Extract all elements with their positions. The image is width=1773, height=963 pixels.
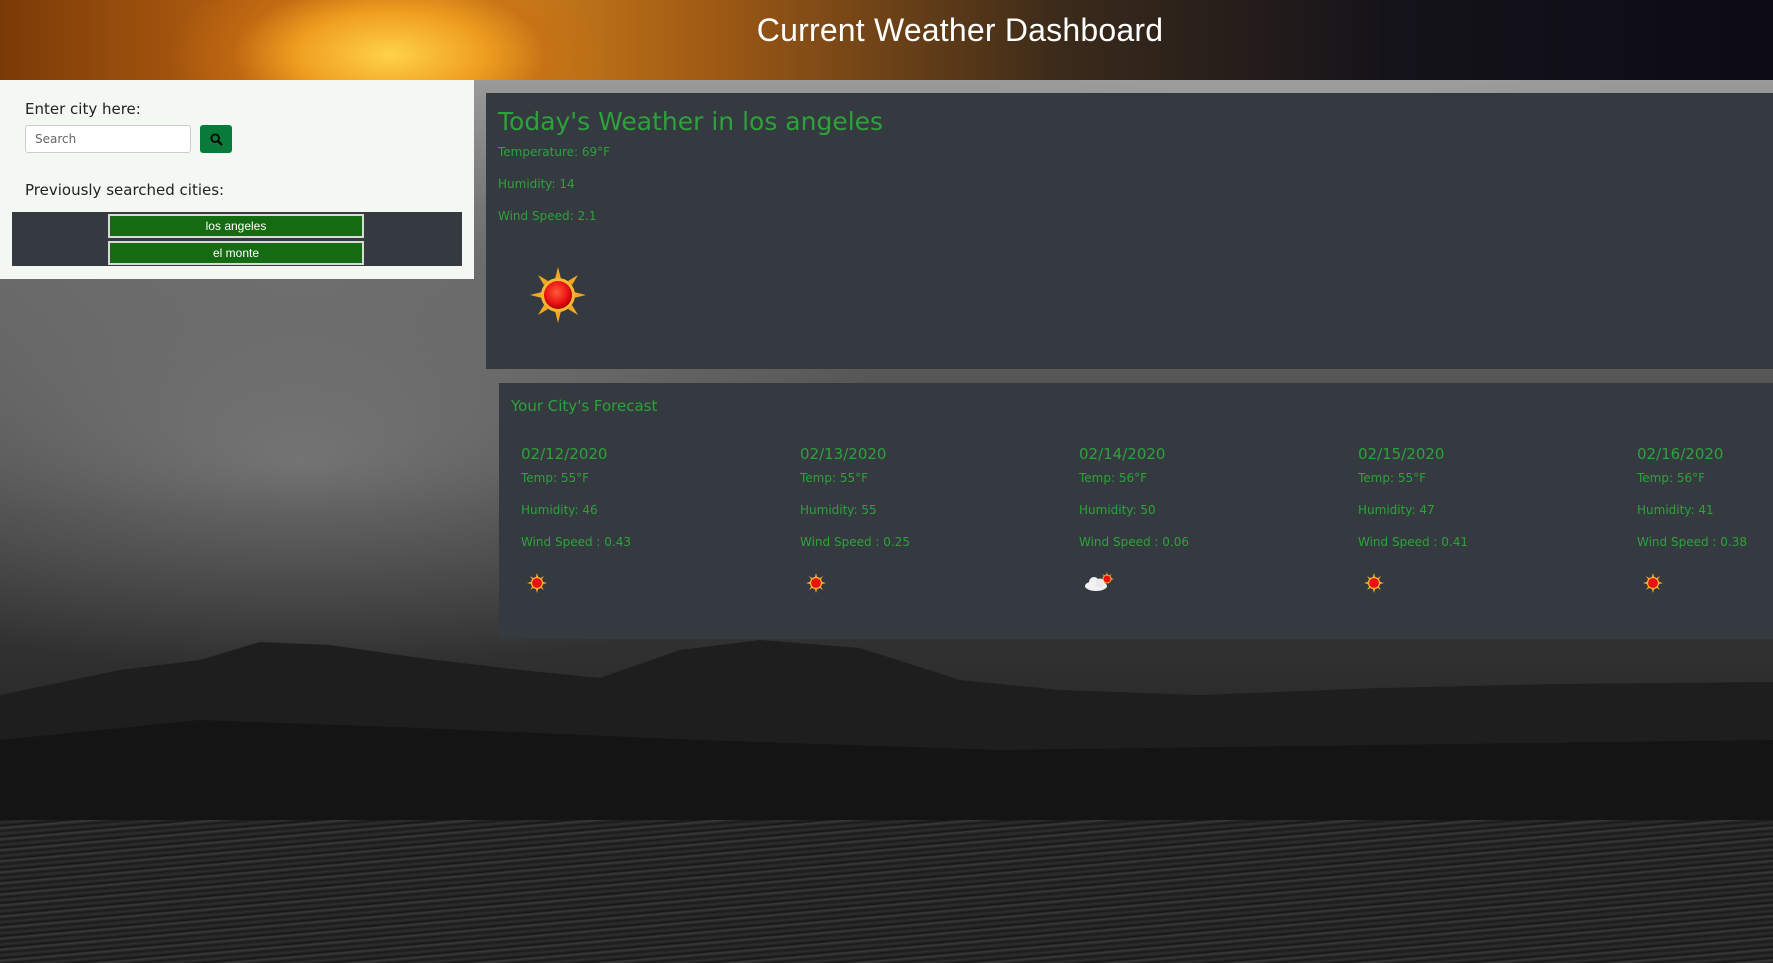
history-city-button[interactable]: el monte [108, 241, 364, 265]
forecast-temp: Temp: 56°F [1079, 471, 1148, 485]
forecast-card: Your City's Forecast 02/12/2020 Temp: 55… [499, 383, 1773, 639]
forecast-date: 02/15/2020 [1358, 445, 1445, 463]
forecast-date: 02/13/2020 [800, 445, 887, 463]
forecast-humidity: Humidity: 55 [800, 503, 877, 517]
forecast-day: 02/12/2020 Temp: 55°F Humidity: 46 Wind … [499, 445, 739, 625]
sun-icon [1643, 573, 1663, 593]
forecast-wind: Wind Speed : 0.43 [521, 535, 631, 549]
forecast-wind: Wind Speed : 0.06 [1079, 535, 1189, 549]
forecast-title: Your City's Forecast [511, 397, 658, 415]
forecast-temp: Temp: 55°F [800, 471, 869, 485]
forecast-day: 02/14/2020 Temp: 56°F Humidity: 50 Wind … [1057, 445, 1297, 625]
sun-icon [806, 573, 826, 593]
sun-icon [530, 267, 586, 323]
current-temperature: Temperature: 69°F [498, 145, 611, 159]
history-list: los angeles el monte [12, 212, 462, 266]
search-input[interactable] [25, 125, 191, 153]
forecast-humidity: Humidity: 50 [1079, 503, 1156, 517]
forecast-date: 02/12/2020 [521, 445, 608, 463]
forecast-wind: Wind Speed : 0.38 [1637, 535, 1747, 549]
search-label: Enter city here: [25, 100, 141, 118]
sun-icon [1364, 573, 1384, 593]
forecast-humidity: Humidity: 46 [521, 503, 598, 517]
current-humidity: Humidity: 14 [498, 177, 575, 191]
search-button[interactable] [200, 125, 232, 153]
current-wind-speed: Wind Speed: 2.1 [498, 209, 597, 223]
forecast-date: 02/14/2020 [1079, 445, 1166, 463]
forecast-day: 02/15/2020 Temp: 55°F Humidity: 47 Wind … [1336, 445, 1576, 625]
page-title: Current Weather Dashboard [756, 12, 1164, 48]
sun-icon [527, 573, 547, 593]
background-sea [0, 820, 1773, 963]
current-weather-card: Today's Weather in los angeles Temperatu… [486, 93, 1773, 369]
header-banner: Current Weather Dashboard [0, 0, 1773, 80]
history-city-button[interactable]: los angeles [108, 214, 364, 238]
forecast-day: 02/13/2020 Temp: 55°F Humidity: 55 Wind … [778, 445, 1018, 625]
current-weather-title: Today's Weather in los angeles [498, 107, 884, 136]
forecast-temp: Temp: 56°F [1637, 471, 1706, 485]
forecast-temp: Temp: 55°F [1358, 471, 1427, 485]
partly-cloudy-icon [1085, 572, 1114, 591]
forecast-wind: Wind Speed : 0.41 [1358, 535, 1468, 549]
search-panel: Enter city here: Previously searched cit… [0, 80, 474, 279]
forecast-humidity: Humidity: 41 [1637, 503, 1714, 517]
forecast-date: 02/16/2020 [1637, 445, 1724, 463]
forecast-humidity: Humidity: 47 [1358, 503, 1435, 517]
forecast-wind: Wind Speed : 0.25 [800, 535, 910, 549]
forecast-day: 02/16/2020 Temp: 56°F Humidity: 41 Wind … [1615, 445, 1773, 625]
history-label: Previously searched cities: [25, 181, 225, 199]
forecast-temp: Temp: 55°F [521, 471, 590, 485]
search-icon [209, 132, 223, 146]
